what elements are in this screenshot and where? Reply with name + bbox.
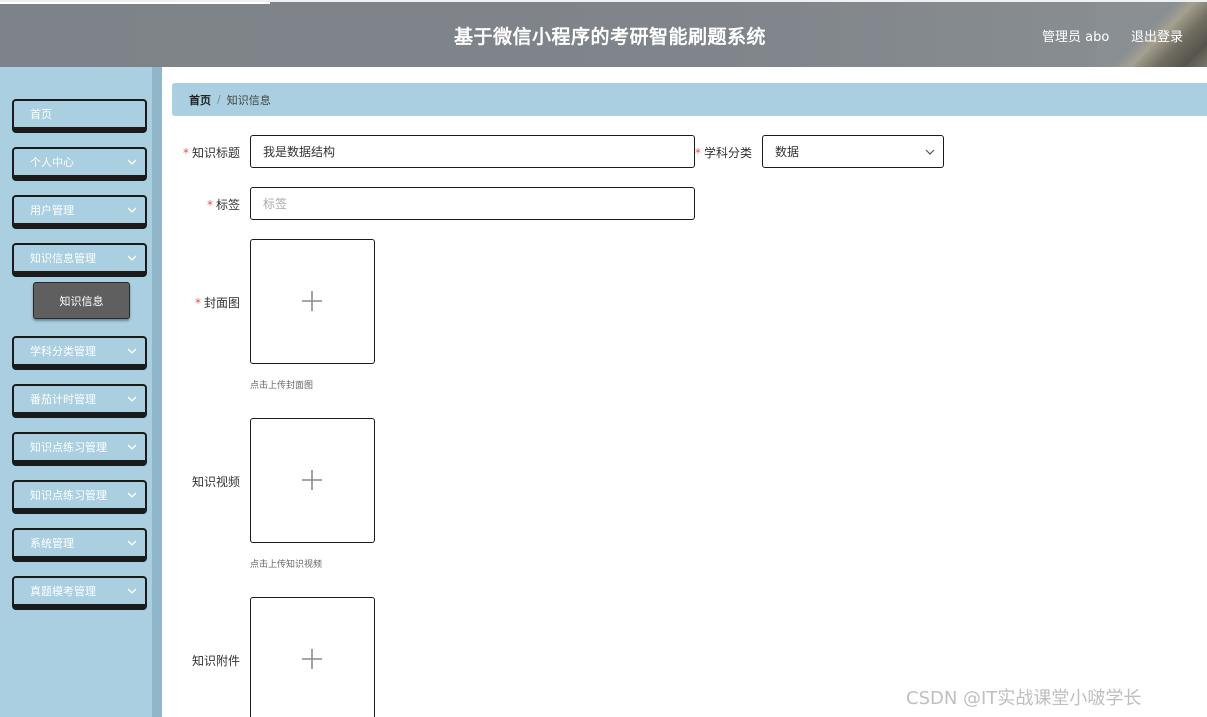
attachment-label: 知识附件 <box>172 652 240 669</box>
watermark: CSDN @IT实战课堂小啵学长 <box>906 688 1142 709</box>
sidebar-item-label: 系统管理 <box>30 537 74 550</box>
plus-icon <box>302 649 322 669</box>
breadcrumb-current: 知识信息 <box>226 93 271 107</box>
sidebar-item-personal-center[interactable]: 个人中心 <box>12 147 147 181</box>
sidebar-item-subject-management[interactable]: 学科分类管理 <box>12 336 147 370</box>
tag-label: * 标签 <box>172 196 240 213</box>
chevron-down-icon <box>127 588 137 594</box>
video-label-text: 知识视频 <box>191 475 240 489</box>
sidebar-item-knowledge-management[interactable]: 知识信息管理 <box>12 243 147 277</box>
required-mark: * <box>206 198 213 212</box>
cover-upload-hint: 点击上传封面图 <box>250 381 314 391</box>
chevron-down-icon <box>127 492 137 498</box>
required-mark: * <box>182 146 189 160</box>
cover-upload-box[interactable] <box>250 239 375 364</box>
title-label: * 知识标题 <box>172 144 240 161</box>
tag-label-text: 标签 <box>215 198 240 212</box>
submenu-item-knowledge-info[interactable]: 知识信息 <box>33 282 130 319</box>
required-mark: * <box>694 146 701 160</box>
top-header: 基于微信小程序的考研智能刷题系统 管理员 abo 退出登录 <box>0 0 1207 67</box>
subject-label: * 学科分类 <box>692 144 752 161</box>
video-upload-box[interactable] <box>250 418 375 543</box>
sidebar-item-label: 用户管理 <box>30 204 74 217</box>
tag-input-placeholder: 标签 <box>263 197 288 211</box>
logout-link[interactable]: 退出登录 <box>1131 26 1183 45</box>
subject-select-value: 数据 <box>775 145 800 159</box>
current-user: 管理员 abo <box>1042 30 1110 45</box>
chevron-down-icon <box>127 396 137 402</box>
chevron-down-icon <box>127 348 137 354</box>
chevron-down-icon <box>127 444 137 450</box>
cover-label-text: 封面图 <box>203 296 240 310</box>
subject-label-text: 学科分类 <box>703 146 752 160</box>
attachment-label-text: 知识附件 <box>191 654 240 668</box>
subject-select[interactable]: 数据 <box>762 135 944 168</box>
sidebar-item-label: 个人中心 <box>30 156 74 169</box>
header-accent-line <box>0 2 270 4</box>
sidebar-item-mock-exam-management[interactable]: 真题模考管理 <box>12 576 147 610</box>
breadcrumb-separator: / <box>217 93 221 106</box>
chevron-down-icon <box>127 255 137 261</box>
plus-icon <box>302 470 322 490</box>
sidebar-item-label: 知识点练习管理 <box>30 441 107 454</box>
breadcrumb-home[interactable]: 首页 <box>189 92 211 108</box>
breadcrumb: 首页 / 知识信息 <box>172 83 1207 116</box>
submenu-item-label: 知识信息 <box>59 294 104 308</box>
title-label-text: 知识标题 <box>191 146 240 160</box>
sidebar-item-label: 学科分类管理 <box>30 345 96 358</box>
plus-icon <box>302 291 322 311</box>
video-upload-hint: 点击上传知识视频 <box>250 560 323 570</box>
sidebar-item-label: 首页 <box>30 108 52 121</box>
cover-label: * 封面图 <box>172 294 240 311</box>
chevron-down-icon <box>925 149 935 155</box>
chevron-down-icon <box>127 207 137 213</box>
sidebar-item-system-management[interactable]: 系统管理 <box>12 528 147 562</box>
chevron-down-icon <box>127 159 137 165</box>
tag-input[interactable]: 标签 <box>250 187 695 220</box>
sidebar-item-user-management[interactable]: 用户管理 <box>12 195 147 229</box>
sidebar-item-pomodoro-management[interactable]: 番茄计时管理 <box>12 384 147 418</box>
required-mark: * <box>194 296 201 310</box>
sidebar-edge <box>152 67 162 717</box>
chevron-down-icon <box>127 540 137 546</box>
sidebar-item-label: 知识信息管理 <box>30 252 96 265</box>
sidebar-item-home[interactable]: 首页 <box>12 99 147 133</box>
sidebar-item-label: 真题模考管理 <box>30 585 96 598</box>
title-input[interactable]: 我是数据结构 <box>250 135 695 168</box>
attachment-upload-box[interactable] <box>250 597 375 717</box>
video-label: 知识视频 <box>172 473 240 490</box>
sidebar-item-practice-management[interactable]: 知识点练习管理 <box>12 432 147 466</box>
app-title: 基于微信小程序的考研智能刷题系统 <box>453 26 766 48</box>
sidebar-item-practice-management-2[interactable]: 知识点练习管理 <box>12 480 147 514</box>
sidebar-item-label: 番茄计时管理 <box>30 393 96 406</box>
sidebar-item-label: 知识点练习管理 <box>30 489 107 502</box>
title-input-value: 我是数据结构 <box>263 145 336 159</box>
